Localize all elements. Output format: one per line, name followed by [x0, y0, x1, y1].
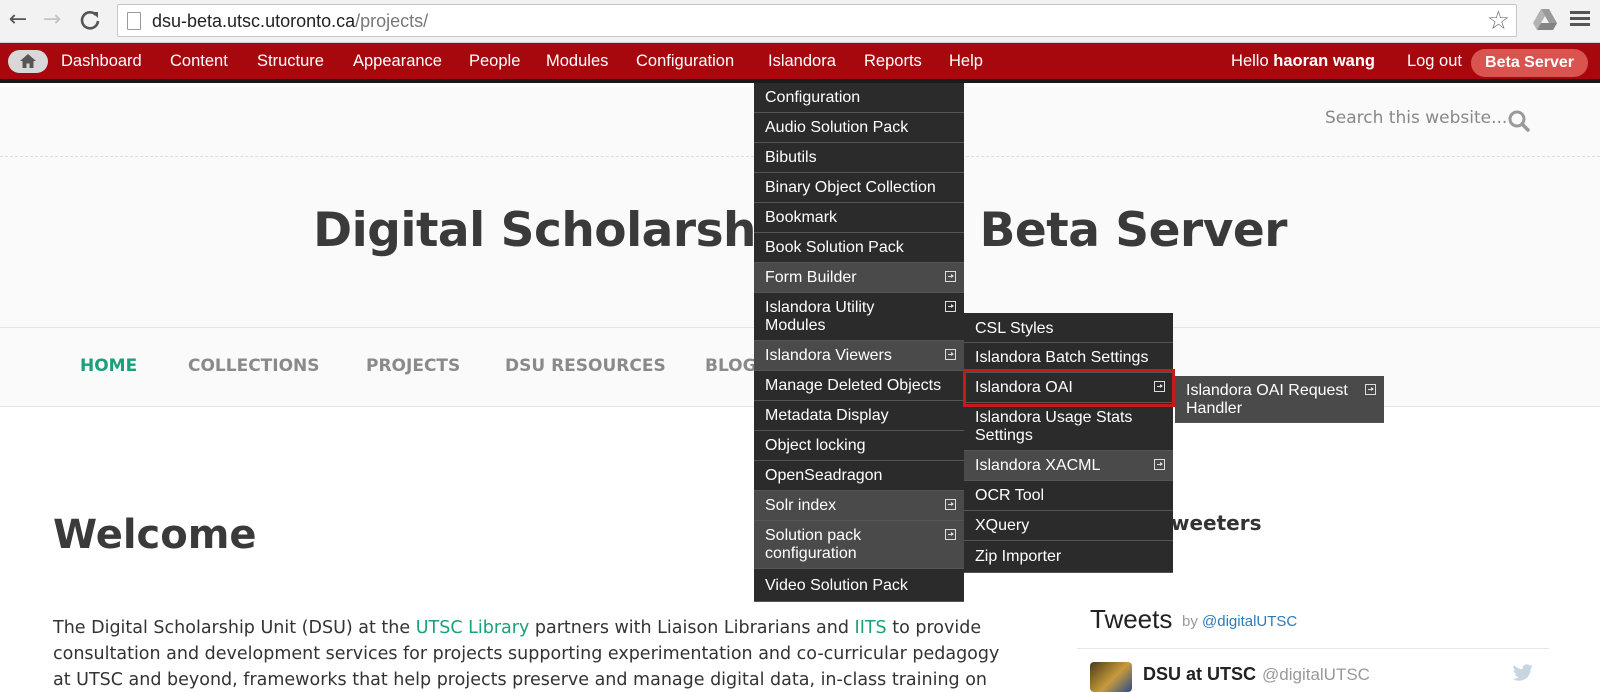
intro-paragraph: The Digital Scholarship Unit (DSU) at th…: [53, 618, 1000, 690]
tweet-author[interactable]: DSU at UTSC: [1143, 664, 1256, 685]
tweets-handle-link[interactable]: @digitalUTSC: [1202, 613, 1297, 630]
admin-menu-reports[interactable]: Reports: [864, 52, 922, 71]
menu-item-islandora-xacml[interactable]: Islandora XACML: [964, 451, 1173, 481]
admin-menu-configuration[interactable]: Configuration: [636, 52, 734, 71]
utsc-library-link[interactable]: UTSC Library: [416, 618, 530, 638]
submenu-arrow-icon: [945, 529, 956, 540]
admin-menu-appearance[interactable]: Appearance: [353, 52, 442, 71]
menu-item-csl-styles[interactable]: CSL Styles: [964, 313, 1173, 343]
submenu-arrow-icon: [1154, 459, 1165, 470]
url-text[interactable]: dsu-beta.utsc.utoronto.ca/projects/: [152, 11, 428, 32]
admin-toolbar: Dashboard Content Structure Appearance P…: [0, 43, 1600, 83]
selection-highlight: [963, 369, 1175, 407]
menu-item-binary-object-collection[interactable]: Binary Object Collection: [754, 173, 964, 203]
google-drive-icon[interactable]: [1532, 8, 1558, 32]
menu-item-form-builder[interactable]: Form Builder: [754, 263, 964, 293]
menu-item-manage-deleted-objects[interactable]: Manage Deleted Objects: [754, 371, 964, 401]
admin-menu-structure[interactable]: Structure: [257, 52, 324, 71]
menu-item-solution-pack-configuration[interactable]: Solution pack configuration: [754, 521, 964, 569]
admin-menu-help[interactable]: Help: [949, 52, 983, 71]
utility-modules-submenu: CSL Styles Islandora Batch Settings Isla…: [964, 313, 1173, 573]
submenu-arrow-icon: [945, 301, 956, 312]
tweet-author-handle[interactable]: @digitalUTSC: [1262, 665, 1370, 685]
tweets-widget: Tweets by @digitalUTSC DSU at UTSC @digi…: [1077, 596, 1549, 692]
admin-menu-modules[interactable]: Modules: [546, 52, 608, 71]
islandora-dropdown-menu: Configuration Audio Solution Pack Bibuti…: [754, 83, 964, 602]
search-icon[interactable]: [1508, 110, 1530, 132]
menu-item-ocr-tool[interactable]: OCR Tool: [964, 481, 1173, 511]
tweets-divider: [1077, 648, 1549, 649]
menu-item-solr-index[interactable]: Solr index: [754, 491, 964, 521]
user-name-link[interactable]: haoran wang: [1273, 52, 1375, 70]
menu-item-islandora-viewers[interactable]: Islandora Viewers: [754, 341, 964, 371]
admin-menu-content[interactable]: Content: [170, 52, 228, 71]
home-button[interactable]: [8, 50, 48, 73]
forward-arrow-icon[interactable]: →: [38, 6, 66, 34]
welcome-heading: Welcome: [53, 512, 257, 558]
menu-item-book-solution-pack[interactable]: Book Solution Pack: [754, 233, 964, 263]
nav-blog[interactable]: BLOG: [705, 356, 757, 376]
menu-item-islandora-utility-modules[interactable]: Islandora Utility Modules: [754, 293, 964, 341]
page-icon: [127, 12, 141, 30]
admin-menu-islandora[interactable]: Islandora: [768, 52, 836, 71]
menu-item-islandora-usage-stats-settings[interactable]: Islandora Usage Stats Settings: [964, 403, 1173, 451]
admin-menu-people[interactable]: People: [469, 52, 520, 71]
avatar[interactable]: [1090, 662, 1132, 692]
tweets-title: Tweets: [1090, 604, 1173, 634]
menu-item-configuration[interactable]: Configuration: [754, 83, 964, 113]
menu-item-xquery[interactable]: XQuery: [964, 511, 1173, 541]
menu-item-bookmark[interactable]: Bookmark: [754, 203, 964, 233]
menu-item-object-locking[interactable]: Object locking: [754, 431, 964, 461]
user-greeting: Hello haoran wang: [1231, 52, 1375, 70]
bookmark-star-icon[interactable]: ☆: [1487, 6, 1510, 36]
nav-projects[interactable]: PROJECTS: [366, 356, 460, 376]
home-icon: [20, 54, 36, 68]
back-arrow-icon[interactable]: ←: [4, 6, 32, 34]
tweets-by: by @digitalUTSC: [1182, 613, 1298, 630]
menu-item-islandora-oai-request-handler[interactable]: Islandora OAI Request Handler: [1175, 376, 1384, 423]
hamburger-menu-icon[interactable]: [1568, 8, 1592, 32]
submenu-arrow-icon: [945, 349, 956, 360]
twitter-bird-icon[interactable]: [1512, 664, 1534, 682]
menu-item-zip-importer[interactable]: Zip Importer: [964, 541, 1173, 573]
logout-link[interactable]: Log out: [1407, 52, 1462, 71]
admin-menu-dashboard[interactable]: Dashboard: [61, 52, 142, 71]
server-badge[interactable]: Beta Server: [1471, 49, 1588, 77]
submenu-arrow-icon: [945, 499, 956, 510]
address-bar[interactable]: dsu-beta.utsc.utoronto.ca/projects/ ☆: [117, 4, 1517, 37]
menu-item-audio-solution-pack[interactable]: Audio Solution Pack: [754, 113, 964, 143]
nav-dsu-resources[interactable]: DSU RESOURCES: [505, 356, 666, 376]
menu-item-openseadragon[interactable]: OpenSeadragon: [754, 461, 964, 491]
reload-icon[interactable]: [76, 6, 104, 34]
nav-home[interactable]: HOME: [80, 356, 137, 376]
browser-toolbar: ← → dsu-beta.utsc.utoronto.ca/projects/ …: [0, 0, 1600, 43]
oai-submenu: Islandora OAI Request Handler: [1175, 376, 1384, 423]
submenu-arrow-icon: [945, 271, 956, 282]
nav-collections[interactable]: COLLECTIONS: [188, 356, 320, 376]
menu-item-video-solution-pack[interactable]: Video Solution Pack: [754, 569, 964, 602]
menu-item-bibutils[interactable]: Bibutils: [754, 143, 964, 173]
iits-link[interactable]: IITS: [855, 618, 887, 638]
site-search-input[interactable]: Search this website...: [1325, 108, 1507, 128]
menu-item-metadata-display[interactable]: Metadata Display: [754, 401, 964, 431]
submenu-arrow-icon: [1365, 384, 1376, 395]
